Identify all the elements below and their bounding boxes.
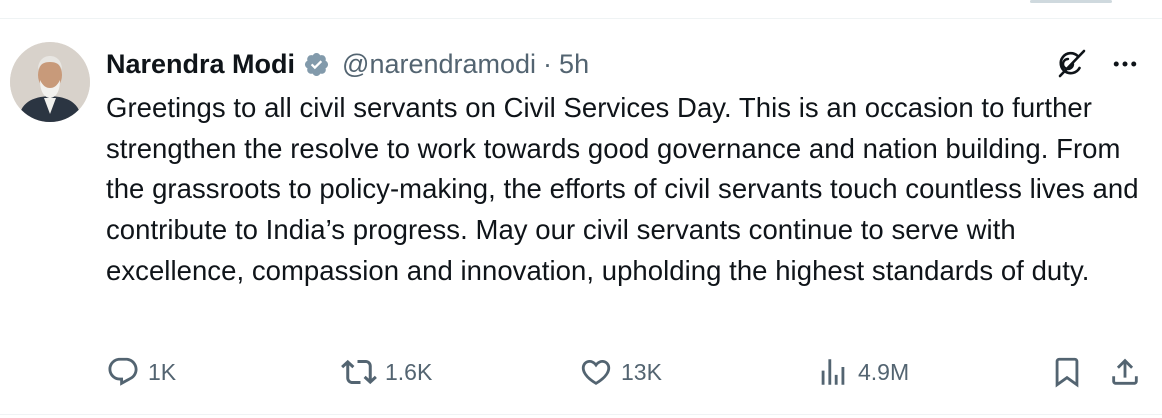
reply-button[interactable]: 1K [106, 350, 176, 394]
grok-icon[interactable] [1054, 47, 1088, 81]
author-handle[interactable]: @narendramodi [342, 49, 536, 80]
avatar-image [10, 42, 90, 122]
tweet-actions: 1K 1.6K 13K 4.9M [106, 350, 1146, 394]
views-button[interactable]: 4.9M [816, 350, 909, 394]
like-count: 13K [621, 358, 662, 385]
views-count: 4.9M [858, 358, 910, 385]
like-button[interactable]: 13K [579, 350, 662, 394]
header-actions [1054, 44, 1140, 84]
bookmark-button[interactable] [1050, 350, 1084, 394]
share-icon [1112, 358, 1138, 385]
tweet-timestamp[interactable]: 5h [559, 49, 589, 80]
reply-count: 1K [148, 358, 177, 385]
like-icon [581, 359, 611, 385]
repost-button[interactable]: 1.6K [341, 350, 432, 394]
more-icon[interactable] [1110, 49, 1140, 79]
tweet-header: Narendra Modi @narendramodi · 5h [106, 44, 589, 84]
bookmark-icon [1055, 357, 1079, 388]
top-divider [0, 18, 1162, 19]
repost-icon [341, 359, 377, 385]
bottom-divider [0, 414, 1162, 415]
share-button[interactable] [1108, 350, 1142, 394]
views-icon [821, 359, 845, 385]
top-scroll-indicator [1030, 0, 1112, 3]
author-name[interactable]: Narendra Modi [106, 49, 295, 80]
tweet-text: Greetings to all civil servants on Civil… [106, 92, 1139, 286]
avatar[interactable] [10, 42, 90, 122]
reply-icon [108, 357, 138, 386]
header-separator: · [543, 48, 553, 79]
repost-count: 1.6K [385, 358, 433, 385]
verified-badge-icon[interactable] [303, 51, 330, 78]
